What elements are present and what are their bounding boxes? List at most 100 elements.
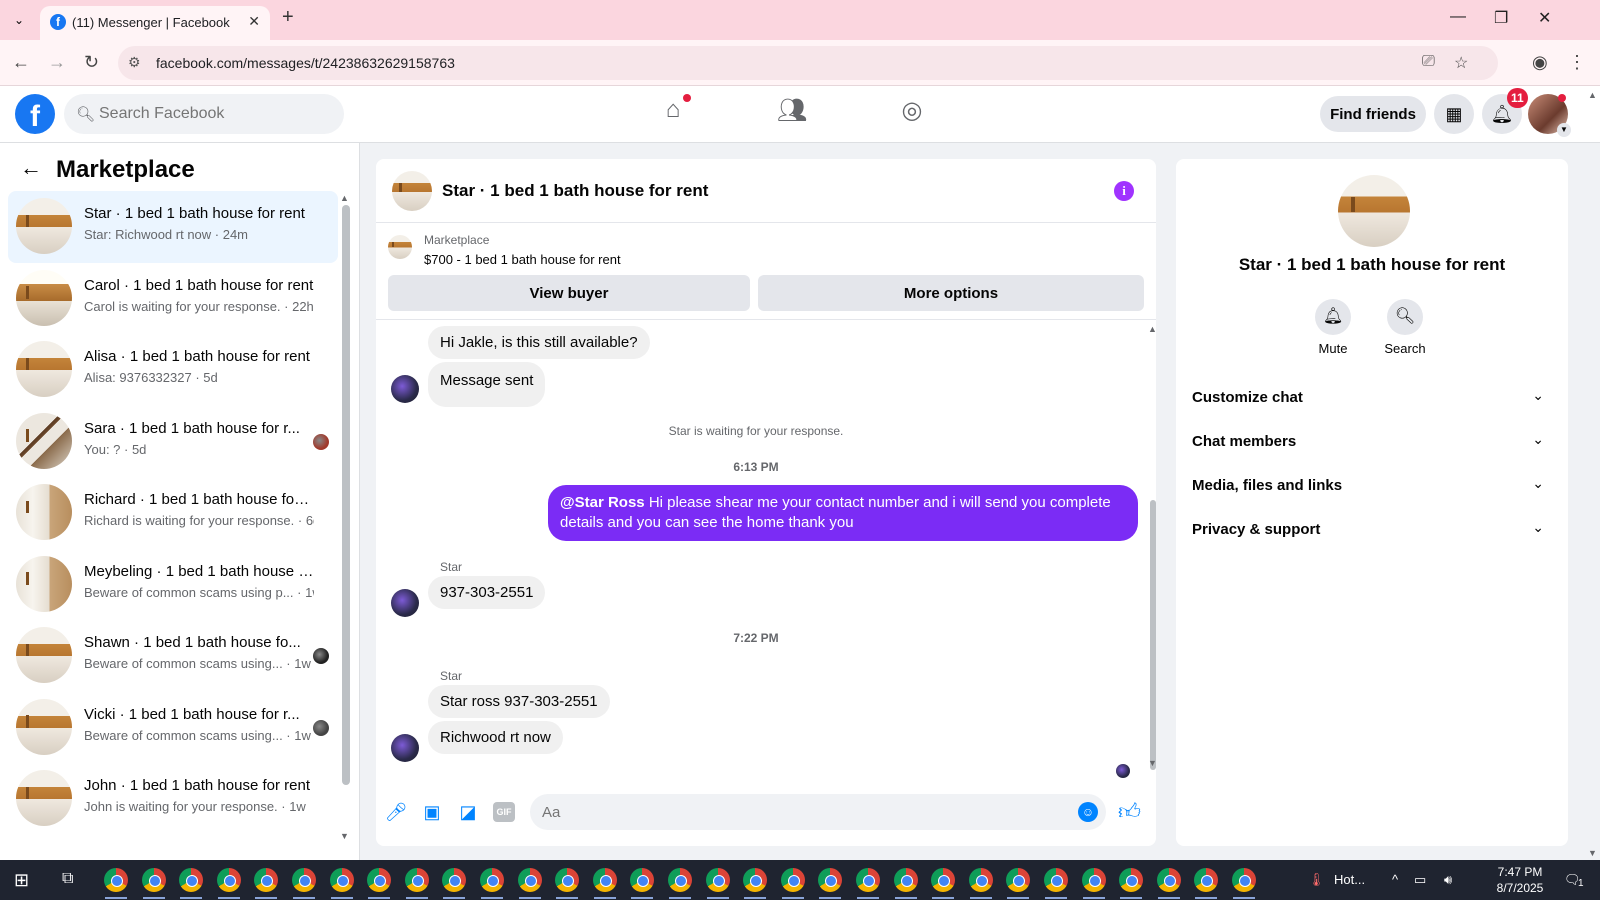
chat-scroll-up-icon[interactable]: ▲ (1148, 324, 1156, 334)
microphone-icon[interactable]: 🎤︎ (384, 800, 408, 824)
chat-scrollbar[interactable] (1150, 500, 1156, 770)
view-buyer-button[interactable]: View buyer (388, 275, 750, 311)
conversation-item[interactable]: Meybeling · 1 bed 1 bath house f... Bewar… (8, 549, 338, 621)
chrome-taskbar-icon[interactable] (442, 868, 467, 892)
chrome-taskbar-icon[interactable] (1156, 868, 1181, 892)
search-action[interactable]: 🔍︎ Search (1370, 299, 1440, 356)
chrome-taskbar-icon[interactable] (329, 868, 354, 892)
back-arrow-icon[interactable]: ← (20, 155, 42, 181)
customize-chat-row[interactable]: Customize chat ⌄ (1192, 379, 1552, 419)
emoji-icon[interactable]: ☺ (1078, 802, 1098, 822)
profile-icon[interactable]: ◉ (1532, 52, 1548, 73)
page-scroll-up-icon[interactable]: ▲ (1588, 90, 1597, 100)
window-close-icon[interactable]: ✕ (1538, 8, 1551, 28)
search-input[interactable] (99, 102, 329, 126)
sender-avatar[interactable] (391, 375, 419, 403)
chrome-taskbar-icon[interactable] (254, 868, 279, 892)
conversation-item[interactable]: Carol · 1 bed 1 bath house for rent Carol… (8, 263, 338, 335)
page-scroll-down-icon[interactable]: ▼ (1588, 848, 1597, 858)
chrome-taskbar-icon[interactable] (1119, 868, 1144, 892)
browser-menu-icon[interactable]: ⋮ (1568, 52, 1586, 73)
volume-icon[interactable]: 🔊︎ (1444, 872, 1452, 888)
media-files-links-row[interactable]: Media, files and links ⌄ (1192, 467, 1552, 507)
chrome-taskbar-icon[interactable] (141, 868, 166, 892)
chrome-taskbar-icon[interactable] (480, 868, 504, 892)
scroll-down-icon[interactable]: ▼ (340, 831, 349, 841)
chrome-taskbar-icon[interactable] (743, 868, 768, 892)
home-icon[interactable]: ⌂ (643, 94, 703, 132)
forward-icon[interactable]: → (48, 52, 66, 73)
message-input[interactable] (542, 802, 1042, 822)
site-settings-icon[interactable]: ⚙ (128, 54, 141, 71)
chat-scroll-down-icon[interactable]: ▼ (1148, 758, 1156, 768)
more-options-button[interactable]: More options (758, 275, 1144, 311)
weather-icon[interactable]: 🌡︎ (1308, 872, 1325, 888)
conversation-item[interactable]: Vicki · 1 bed 1 bath house for r... Bewar… (8, 692, 338, 764)
network-icon[interactable]: ▭ (1414, 872, 1426, 888)
chrome-taskbar-icon[interactable] (292, 868, 316, 892)
mention[interactable]: @Star Ross (560, 494, 645, 511)
restore-icon[interactable]: ❐ (1494, 8, 1508, 28)
sender-avatar[interactable] (391, 734, 419, 762)
sender-avatar[interactable] (391, 589, 419, 617)
browser-tab[interactable]: f (11) Messenger | Facebook ✕ (40, 6, 270, 40)
gif-icon[interactable]: GIF (493, 802, 515, 822)
back-icon[interactable]: ← (12, 52, 30, 73)
search-box[interactable]: 🔍︎ (64, 94, 344, 134)
chrome-taskbar-icon[interactable] (517, 868, 542, 892)
photo-icon[interactable]: ▣ (420, 800, 444, 824)
conversation-item[interactable]: Alisa · 1 bed 1 bath house for rent Alisa… (8, 334, 338, 406)
chrome-taskbar-icon[interactable] (1044, 868, 1068, 892)
mute-action[interactable]: 🔔︎ Mute (1298, 299, 1368, 356)
privacy-support-row[interactable]: Privacy & support ⌄ (1192, 511, 1552, 551)
bookmark-star-icon[interactable]: ☆ (1454, 53, 1468, 73)
chrome-taskbar-icon[interactable] (668, 868, 692, 892)
conversation-item[interactable]: Sara · 1 bed 1 bath house for r... You: ?… (8, 406, 338, 478)
conversation-item[interactable]: Shawn · 1 bed 1 bath house fo... Beware o… (8, 620, 338, 692)
chrome-taskbar-icon[interactable] (404, 868, 429, 892)
chrome-taskbar-icon[interactable] (367, 868, 392, 892)
find-friends-button[interactable]: Find friends (1320, 96, 1426, 132)
menu-grid-icon[interactable]: ▦ (1434, 94, 1474, 134)
sidebar-scrollbar[interactable] (342, 205, 350, 785)
tray-chevron-icon[interactable]: ^ (1392, 872, 1398, 887)
chrome-taskbar-icon[interactable] (555, 868, 580, 892)
chrome-taskbar-icon[interactable] (179, 868, 204, 892)
compose-box[interactable]: ☺ (530, 794, 1106, 830)
chrome-taskbar-icon[interactable] (931, 868, 956, 892)
conversation-item[interactable]: Star · 1 bed 1 bath house for rent Star: … (8, 191, 338, 263)
task-view-icon[interactable]: ⧉ (62, 870, 73, 888)
windows-start-icon[interactable]: ⊞ (14, 870, 29, 891)
tab-close-icon[interactable]: ✕ (248, 13, 260, 30)
tab-search-dropdown-icon[interactable]: ⌄ (8, 10, 30, 30)
bell-icon[interactable]: 🔔︎ (1315, 299, 1351, 335)
chrome-taskbar-icon[interactable] (1081, 868, 1106, 892)
chat-thumbnail[interactable] (392, 171, 432, 211)
groups-icon[interactable]: ◎ (882, 96, 942, 132)
chat-members-row[interactable]: Chat members ⌄ (1192, 423, 1552, 463)
info-icon[interactable]: i (1114, 181, 1134, 201)
conversation-item[interactable]: Richard · 1 bed 1 bath house for ... Rich… (8, 477, 338, 549)
new-tab-icon[interactable]: + (282, 6, 294, 29)
chrome-taskbar-icon[interactable] (216, 868, 241, 892)
chrome-taskbar-icon[interactable] (1006, 868, 1031, 892)
sticker-icon[interactable]: ◪ (456, 800, 480, 824)
facebook-logo-icon[interactable]: f (15, 94, 55, 134)
chrome-taskbar-icon[interactable] (780, 868, 805, 892)
omnibox[interactable]: ⚙ facebook.com/messages/t/24238632629158… (118, 46, 1498, 80)
chat-title[interactable]: Star · 1 bed 1 bath house for rent (442, 181, 708, 201)
chrome-taskbar-icon[interactable] (856, 868, 880, 892)
url-text[interactable]: facebook.com/messages/t/2423863262915876… (156, 55, 455, 71)
chrome-taskbar-icon[interactable] (630, 868, 655, 892)
chrome-taskbar-icon[interactable] (893, 868, 918, 892)
chrome-taskbar-icon[interactable] (592, 868, 617, 892)
friends-icon[interactable]: 👥︎ (762, 96, 822, 132)
chrome-taskbar-icon[interactable] (104, 868, 128, 892)
minimize-icon[interactable]: — (1450, 8, 1466, 26)
chrome-taskbar-icon[interactable] (818, 868, 843, 892)
scroll-up-icon[interactable]: ▲ (340, 193, 349, 203)
search-icon[interactable]: 🔍︎ (1387, 299, 1423, 335)
thumbs-up-icon[interactable]: 👍︎ (1118, 798, 1141, 825)
clock[interactable]: 7:47 PM 8/7/2025 (1474, 864, 1566, 896)
chrome-taskbar-icon[interactable] (968, 868, 993, 892)
